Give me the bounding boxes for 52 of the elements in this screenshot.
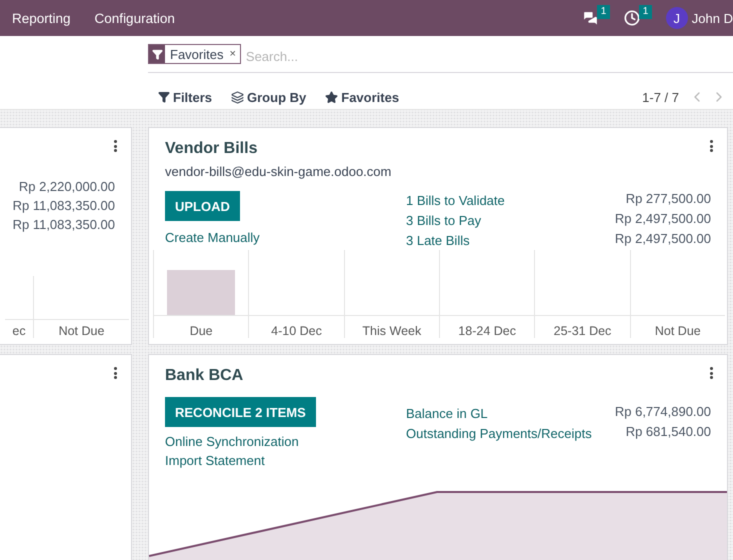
axis-label: 25-31 Dec [554, 324, 612, 338]
chart-bar [167, 270, 236, 315]
stat-link[interactable]: 1 Bills to Validate [406, 191, 505, 210]
more-options-icon[interactable] [113, 140, 117, 152]
star-icon [325, 90, 338, 104]
action-link[interactable]: Import Statement [165, 451, 265, 470]
user-avatar[interactable]: J [666, 7, 688, 29]
more-options-icon[interactable] [113, 367, 117, 379]
clock-icon[interactable] [624, 10, 640, 26]
amount-text: Rp 11,083,350.00 [12, 198, 115, 213]
chat-icon[interactable] [582, 10, 599, 26]
filter-button[interactable]: Group By [231, 90, 306, 104]
axis-label: Not Due [654, 324, 701, 338]
stat-link[interactable]: 3 Bills to Pay [406, 211, 482, 230]
axis-label: Due [190, 324, 213, 338]
filter-icon [158, 91, 170, 103]
amount-text: Rp 681,540.00 [626, 424, 711, 441]
amount-text: Rp 11,083,350.00 [12, 217, 115, 232]
amount-text: Rp 6,774,890.00 [614, 404, 711, 421]
stat-link[interactable]: 3 Late Bills [406, 231, 470, 250]
menu-item[interactable]: Reporting [12, 10, 71, 26]
more-options-icon[interactable] [709, 367, 713, 379]
filter-icon [152, 48, 162, 60]
amount-text: Rp 2,220,000.00 [18, 179, 115, 194]
message-count: 1 [596, 5, 610, 19]
pager-value: 1-7 / 7 [642, 90, 679, 104]
activity-count: 1 [638, 5, 652, 19]
card-title[interactable]: Vendor Bills [165, 140, 711, 158]
facet-label: Favorites [169, 46, 224, 63]
reconcile-button[interactable]: RECONCILE 2 ITEMS [165, 397, 316, 427]
amount-text: Rp 2,497,500.00 [614, 211, 711, 228]
menu-item[interactable]: Configuration [94, 10, 175, 26]
user-name[interactable]: John D [692, 10, 733, 26]
axis-label: 4-10 Dec [271, 324, 322, 338]
card-title[interactable]: Bank BCA [165, 367, 711, 385]
stat-link[interactable]: Outstanding Payments/Receipts [406, 424, 592, 443]
filter-button[interactable]: Filters [158, 90, 212, 104]
email-address: vendor-bills@edu-skin-game.odoo.com [165, 164, 392, 179]
layers-icon [231, 90, 244, 104]
create-manually-link[interactable]: Create Manually [165, 228, 260, 247]
axis-label: This Week [362, 324, 422, 338]
axis-label: Not Due [58, 324, 104, 338]
remove-facet-button[interactable]: × [227, 45, 240, 63]
filter-button[interactable]: Favorites [325, 90, 400, 104]
upload-button[interactable]: UPLOAD [165, 191, 240, 221]
axis-label: ec [12, 324, 26, 338]
axis-label: 18-24 Dec [458, 324, 516, 338]
action-link[interactable]: Online Synchronization [165, 432, 299, 451]
stat-link[interactable]: Balance in GL [406, 404, 488, 423]
amount-text: Rp 277,500.00 [626, 191, 711, 208]
more-options-icon[interactable] [709, 140, 713, 152]
amount-text: Rp 2,497,500.00 [614, 231, 711, 248]
